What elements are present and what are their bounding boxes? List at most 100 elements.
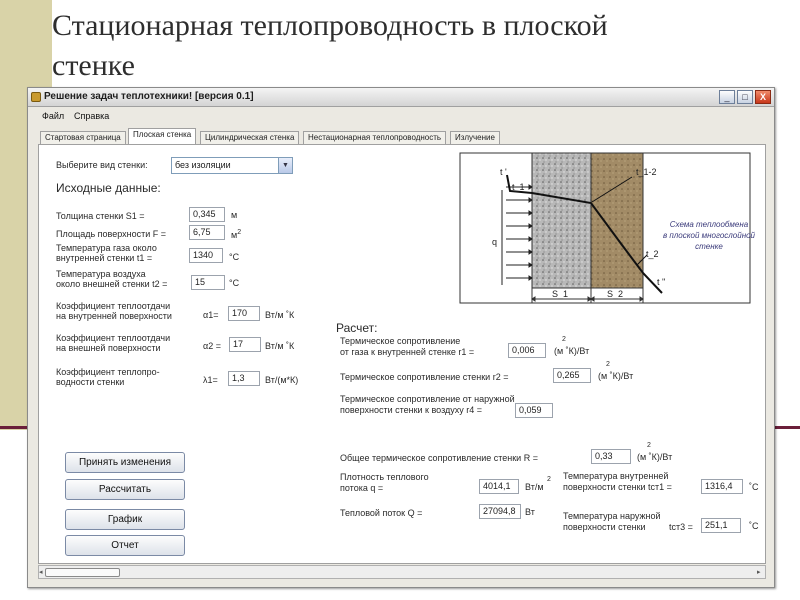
maximize-button[interactable]: □	[737, 90, 753, 104]
r4-label-2: поверхности стенки к воздуху r4 =	[340, 405, 483, 415]
alpha1-symbol: α1=	[203, 310, 219, 320]
r2-output[interactable]: 0,265	[553, 368, 591, 383]
alpha2-label-2: на внешней поверхности	[56, 343, 161, 353]
tct3-symbol: tст3 =	[669, 522, 693, 532]
menu-bar: Файл Справка	[28, 108, 774, 124]
r4-label-1: Термическое сопротивление от наружной	[340, 394, 515, 404]
label-s1: S_1	[552, 289, 568, 299]
label-s2: S_2	[607, 289, 623, 299]
wall-type-value: без изоляции	[175, 160, 231, 170]
chevron-down-icon: ▼	[278, 158, 292, 173]
alpha1-input[interactable]: 170	[228, 306, 260, 321]
label-t1: t_1	[512, 182, 525, 192]
Q-flow-label: Тепловой поток Q =	[340, 508, 423, 518]
alpha2-input[interactable]: 17	[229, 337, 261, 352]
thickness-unit: м	[231, 210, 238, 220]
slide-title: Стационарная теплопроводность в плоской …	[52, 9, 608, 82]
heat-exchange-diagram: t ' t_1 t_1-2 t_2 t '' q S_1 S_2 Схема т…	[459, 152, 756, 304]
tct1-label-1: Температура внутренней	[563, 471, 669, 481]
r1-unit: (м ˚К)/Вт	[554, 346, 590, 356]
scroll-thumb[interactable]	[45, 568, 120, 577]
gas-temp-label-2: внутренней стенки t1 =	[56, 253, 153, 263]
window-title: Решение задач теплотехники! [версия 0.1]	[44, 91, 254, 102]
tct3-label-1: Температура наружной	[563, 511, 661, 521]
report-button[interactable]: Отчет	[65, 535, 185, 556]
tct3-output[interactable]: 251,1	[701, 518, 741, 533]
tab-cylindrical-wall[interactable]: Цилиндрическая стенка	[200, 131, 300, 144]
wall-layer-1	[531, 152, 592, 289]
tab-flat-wall[interactable]: Плоская стенка	[128, 128, 197, 145]
r2-label: Термическое сопротивление стенки r2 =	[340, 372, 509, 382]
tab-bar: Стартовая страница Плоская стенка Цилинд…	[28, 128, 774, 145]
r1-label-1: Термическое сопротивление	[340, 336, 461, 346]
total-r-unit-sup: 2	[647, 442, 651, 449]
q-density-label-2: потока q =	[340, 483, 384, 493]
tab-start-page[interactable]: Стартовая страница	[40, 131, 126, 144]
source-data-header: Исходные данные:	[56, 181, 161, 195]
scroll-left-icon[interactable]: ◂	[39, 568, 43, 576]
app-icon	[31, 92, 41, 102]
q-density-label-1: Плотность теплового	[340, 472, 429, 482]
gas-temp-input[interactable]: 1340	[189, 248, 223, 263]
calc-header: Расчет:	[336, 321, 378, 335]
total-r-label: Общее термическое сопротивление стенки R…	[340, 453, 538, 463]
r1-unit-sup: 2	[562, 336, 566, 343]
minimize-button[interactable]: _	[719, 90, 735, 104]
total-r-unit: (м ˚К)/Вт	[637, 452, 673, 462]
q-density-unit-sup: 2	[547, 476, 551, 483]
menu-file[interactable]: Файл	[42, 111, 64, 121]
r4-output[interactable]: 0,059	[515, 403, 553, 418]
gas-temp-label-1: Температура газа около	[56, 243, 157, 253]
diagram-caption-3: стенке	[695, 242, 723, 251]
lambda1-input[interactable]: 1,3	[228, 371, 260, 386]
diagram-caption-2: в плоской многослойной	[663, 231, 756, 240]
q-density-output[interactable]: 4014,1	[479, 479, 519, 494]
thickness-input[interactable]: 0,345	[189, 207, 225, 222]
horizontal-scrollbar[interactable]: ◂ ▸	[38, 565, 766, 579]
wall-type-label: Выберите вид стенки:	[56, 160, 148, 170]
close-button[interactable]: X	[755, 90, 771, 104]
area-input[interactable]: 6,75	[189, 225, 225, 240]
tab-transient-conduction[interactable]: Нестационарная теплопроводность	[303, 131, 447, 144]
alpha2-unit: Вт/м ˚К	[265, 341, 295, 351]
lambda1-unit: Вт/(м*К)	[265, 375, 299, 385]
diagram-caption-1: Схема теплообмена	[670, 220, 749, 229]
calculate-button[interactable]: Рассчитать	[65, 479, 185, 500]
tab-radiation[interactable]: Излучение	[450, 131, 500, 144]
area-unit-sup: 2	[237, 229, 242, 236]
Q-flow-output[interactable]: 27094,8	[479, 504, 521, 519]
lambda1-symbol: λ1=	[203, 375, 218, 385]
apply-changes-button[interactable]: Принять изменения	[65, 452, 185, 473]
graph-button[interactable]: График	[65, 509, 185, 530]
air-temp-input[interactable]: 15	[191, 275, 225, 290]
alpha1-unit: Вт/м ˚К	[265, 310, 295, 320]
tct3-unit: ˚С	[749, 521, 759, 531]
wall-type-select[interactable]: без изоляции ▼	[171, 157, 293, 174]
area-unit: м2	[231, 229, 241, 240]
label-t-outlet: t ''	[657, 277, 666, 287]
Q-flow-unit: Вт	[525, 507, 535, 517]
label-t2: t_2	[646, 249, 659, 259]
label-q: q	[492, 237, 497, 247]
gas-temp-unit: °С	[229, 252, 240, 262]
flat-wall-panel: Выберите вид стенки: без изоляции ▼ Исхо…	[38, 144, 766, 564]
thickness-label: Толщина стенки S1 =	[56, 211, 145, 221]
r2-unit-sup: 2	[606, 361, 610, 368]
label-t-inlet: t '	[500, 167, 507, 177]
window-titlebar: Решение задач теплотехники! [версия 0.1]…	[28, 88, 774, 107]
alpha1-label-1: Коэффициент теплоотдачи	[56, 301, 171, 311]
lambda1-label-1: Коэффициент теплопро-	[56, 367, 160, 377]
app-window: Решение задач теплотехники! [версия 0.1]…	[27, 87, 775, 588]
r1-output[interactable]: 0,006	[508, 343, 546, 358]
label-t12: t_1-2	[636, 167, 657, 177]
total-r-output[interactable]: 0,33	[591, 449, 631, 464]
scroll-right-icon[interactable]: ▸	[757, 568, 761, 576]
q-density-unit: Вт/м	[525, 482, 544, 492]
menu-help[interactable]: Справка	[74, 111, 109, 121]
air-temp-unit: °С	[229, 278, 240, 288]
tct1-label-2: поверхности стенки tст1 =	[563, 482, 672, 492]
r1-label-2: от газа к внутренней стенке r1 =	[340, 347, 475, 357]
tct1-output[interactable]: 1316,4	[701, 479, 743, 494]
alpha2-symbol: α2 =	[203, 341, 221, 351]
air-temp-label-1: Температура воздуха	[56, 269, 146, 279]
